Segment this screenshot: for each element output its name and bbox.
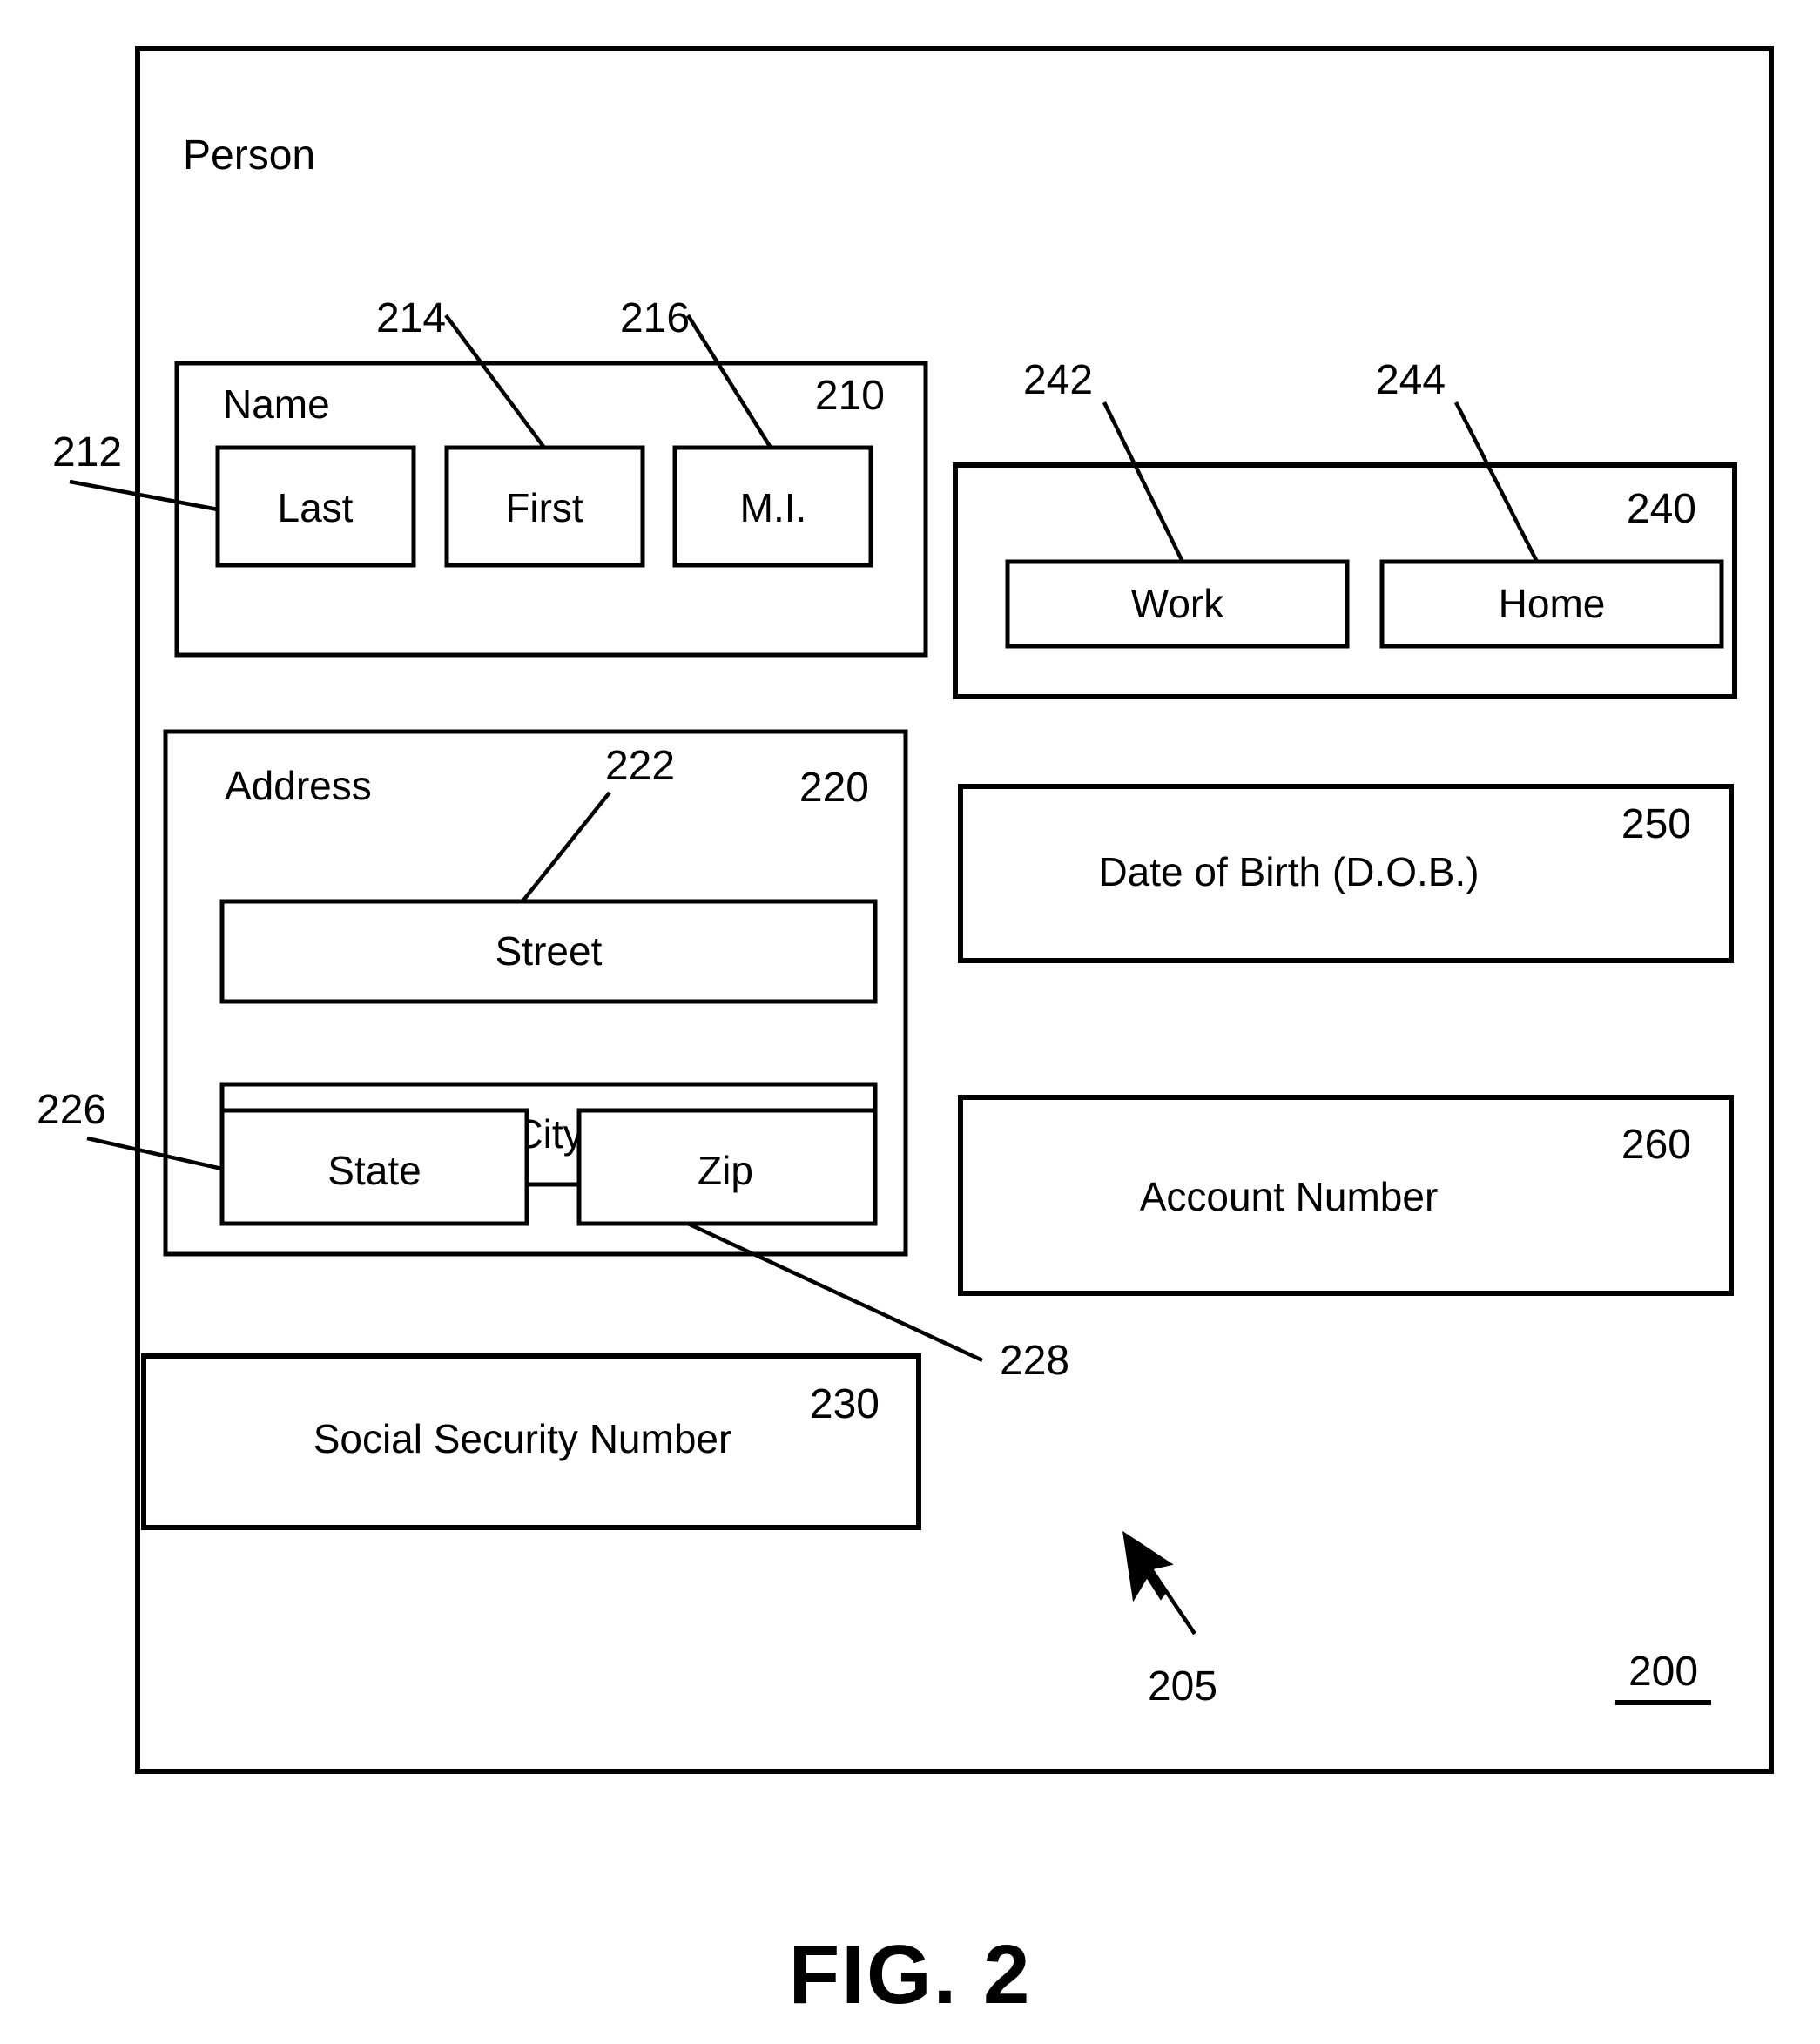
ref-200: 200 [1628,1649,1698,1695]
field-state-label: State [327,1148,421,1193]
ref-222: 222 [605,743,675,789]
field-ssn-label: Social Security Number [313,1416,732,1461]
address-group-label: Address [225,763,372,808]
field-middle-initial-label: M.I. [740,485,807,530]
ref-228: 228 [1000,1338,1069,1384]
field-street-label: Street [495,928,603,974]
ref-210: 210 [815,373,885,419]
name-group-label: Name [223,381,330,427]
ref-230: 230 [810,1381,880,1427]
ref-205: 205 [1148,1663,1217,1710]
ref-244: 244 [1376,357,1446,403]
ref-240: 240 [1627,486,1696,532]
field-zip-label: Zip [698,1148,753,1193]
field-phone-home-label: Home [1499,581,1606,626]
window-title: Person [183,132,315,179]
ref-212: 212 [52,429,122,476]
ref-250: 250 [1621,801,1691,847]
field-phone-work-label: Work [1131,581,1224,626]
field-first-name-label: First [505,485,583,530]
ref-214: 214 [376,295,446,341]
ref-242: 242 [1023,357,1093,403]
field-last-name-label: Last [278,485,354,530]
patent-figure-2: Person Name 210 Last First M.I. 212 214 … [0,0,1820,2044]
ref-220: 220 [799,765,869,811]
field-dob-label: Date of Birth (D.O.B.) [1098,849,1479,894]
figure-caption: FIG. 2 [789,1928,1032,2021]
ref-216: 216 [620,295,690,341]
field-account-number-label: Account Number [1140,1174,1439,1219]
ref-226: 226 [37,1087,106,1133]
ref-260: 260 [1621,1122,1691,1168]
